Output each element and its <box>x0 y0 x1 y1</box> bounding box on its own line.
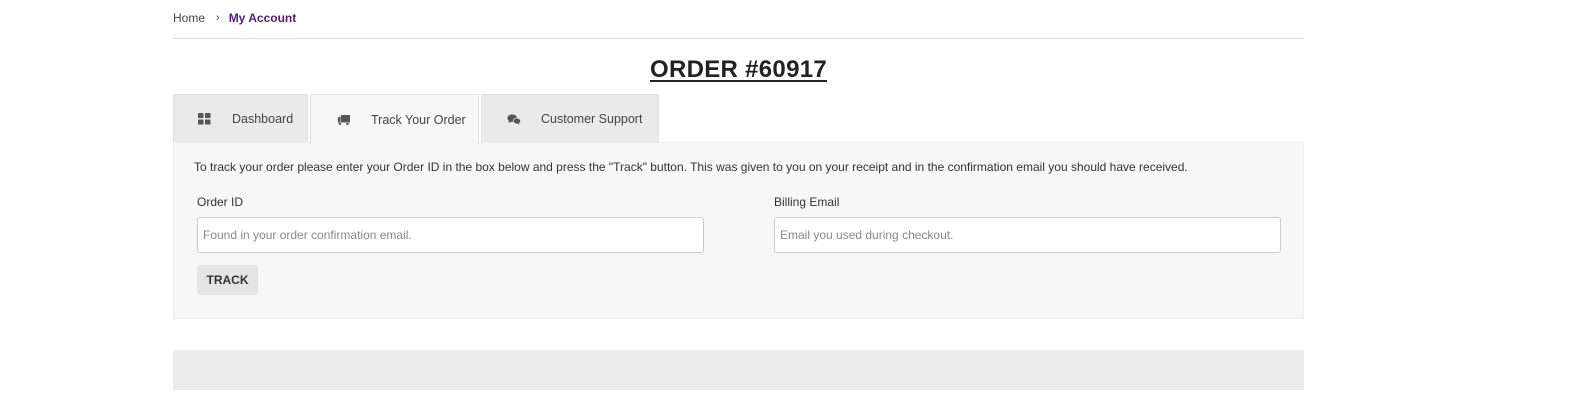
billing-email-label: Billing Email <box>774 195 840 209</box>
tab-support-label: Customer Support <box>541 112 643 126</box>
tab-dashboard[interactable]: Dashboard <box>173 94 308 143</box>
order-title-text: ORDER #60917 <box>649 56 828 83</box>
breadcrumb-divider <box>173 38 1304 39</box>
breadcrumb-home-link[interactable]: Home <box>173 11 205 25</box>
breadcrumb: Home › My Account <box>173 10 296 26</box>
track-order-panel: To track your order please enter your Or… <box>173 142 1304 319</box>
order-id-input[interactable] <box>197 217 704 253</box>
tab-customer-support[interactable]: Customer Support <box>481 94 659 143</box>
truck-icon <box>337 114 351 126</box>
chat-bubbles-icon <box>507 113 521 125</box>
page-title: ORDER #60917 <box>173 56 1304 84</box>
track-button[interactable]: TRACK <box>197 265 258 295</box>
breadcrumb-current: My Account <box>228 11 297 25</box>
dashboard-grid-icon <box>198 113 212 125</box>
billing-email-input[interactable] <box>774 217 1281 253</box>
order-id-label: Order ID <box>197 195 244 209</box>
breadcrumb-separator-icon: › <box>216 12 220 24</box>
tab-track-label: Track Your Order <box>371 112 466 127</box>
tab-dashboard-label: Dashboard <box>232 112 294 126</box>
footer-band <box>173 350 1304 390</box>
track-order-instructions: To track your order please enter your Or… <box>194 160 1188 174</box>
tab-track-your-order[interactable]: Track Your Order <box>310 94 479 144</box>
